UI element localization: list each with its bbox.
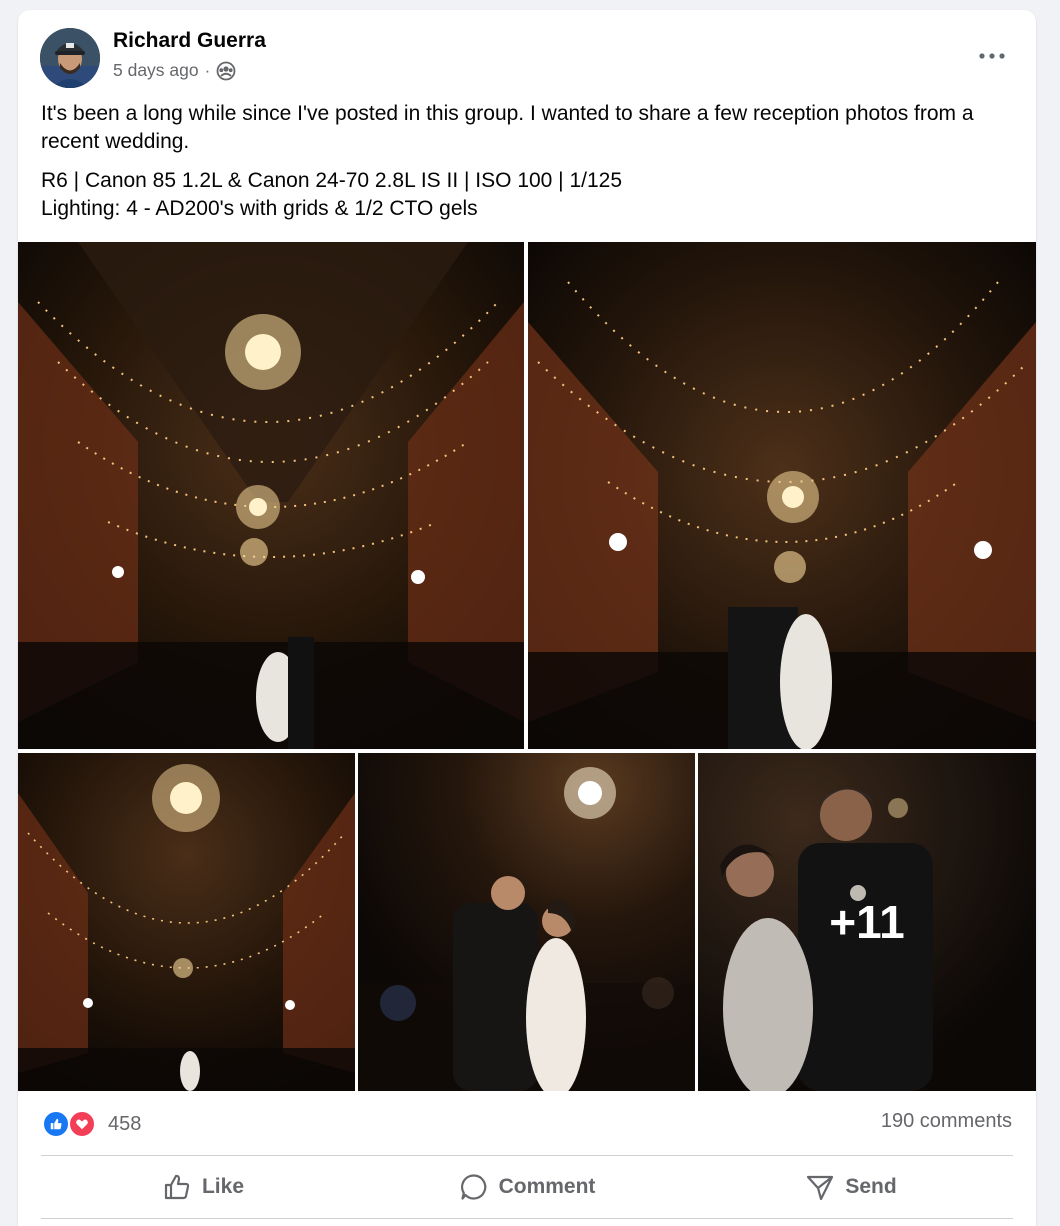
send-label: Send	[845, 1175, 897, 1198]
reaction-icons	[42, 1110, 100, 1138]
send-button[interactable]: Send	[689, 1156, 1013, 1218]
meta-separator: ·	[204, 60, 211, 80]
author-name[interactable]: Richard Guerra	[113, 29, 266, 53]
post-photo-3[interactable]	[18, 753, 355, 1091]
post-card: Richard Guerra 5 days ago · It's been a …	[18, 10, 1036, 1226]
lighting-line: Lighting: 4 - AD200's with grids & 1/2 C…	[41, 197, 478, 220]
like-button[interactable]: Like	[41, 1156, 365, 1218]
actions-bottom-divider	[41, 1218, 1013, 1219]
post-details: R6 | Canon 85 1.2L & Canon 24-70 2.8L IS…	[41, 167, 1001, 223]
thumbs-up-icon	[164, 1174, 190, 1200]
love-icon	[68, 1110, 96, 1138]
send-icon	[807, 1175, 834, 1201]
post-header: Richard Guerra 5 days ago ·	[18, 10, 1036, 98]
more-horizontal-icon	[979, 53, 1005, 59]
photo-1-image	[18, 242, 524, 749]
post-meta: 5 days ago ·	[113, 60, 236, 81]
reaction-count: 458	[108, 1112, 142, 1135]
photo-2-image	[528, 242, 1036, 749]
gear-line: R6 | Canon 85 1.2L & Canon 24-70 2.8L IS…	[41, 169, 623, 192]
like-icon	[42, 1110, 70, 1138]
comment-label: Comment	[498, 1175, 596, 1198]
reactions-summary[interactable]: 458	[42, 1110, 141, 1138]
group-icon[interactable]	[216, 61, 236, 81]
photo-4-image	[358, 753, 695, 1091]
comment-button[interactable]: Comment	[365, 1156, 689, 1218]
more-photos-overlay[interactable]: +11	[698, 753, 1036, 1091]
post-intro-text: It's been a long while since I've posted…	[41, 102, 974, 153]
more-options-button[interactable]	[970, 36, 1014, 76]
avatar[interactable]	[40, 28, 100, 88]
post-photo-5[interactable]: +11	[698, 753, 1036, 1091]
post-photo-2[interactable]	[528, 242, 1036, 749]
like-label: Like	[201, 1175, 245, 1198]
post-actions-bar: Like Comment Send	[41, 1156, 1013, 1218]
comment-icon	[460, 1174, 486, 1200]
post-photo-4[interactable]	[358, 753, 695, 1091]
photo-3-image	[18, 753, 355, 1091]
avatar-image	[40, 28, 100, 88]
comments-count-link[interactable]: 190 comments	[881, 1110, 1012, 1133]
post-timestamp[interactable]: 5 days ago	[113, 60, 199, 81]
post-photo-1[interactable]	[18, 242, 524, 749]
post-body: It's been a long while since I've posted…	[41, 100, 1001, 234]
